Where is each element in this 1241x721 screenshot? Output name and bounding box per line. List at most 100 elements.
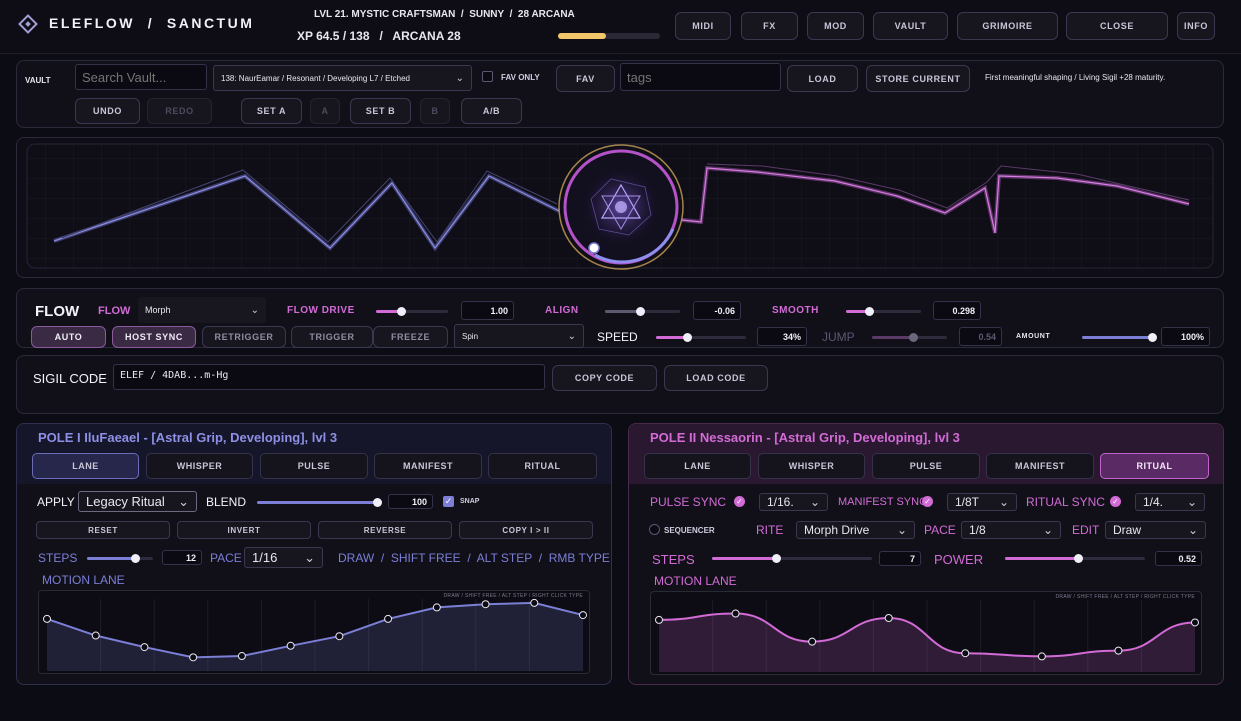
copy-code-button[interactable]: COPY CODE [552,365,657,391]
fav-only-checkbox[interactable] [482,71,493,82]
pace-select[interactable]: 1/16 ⌄ [244,547,323,568]
host-sync-button[interactable]: HOST SYNC [112,326,196,348]
lane-one-point [481,600,490,609]
pole-two-tab-whisper[interactable]: WHISPER [758,453,865,479]
steps-two-value[interactable]: 7 [879,551,921,566]
lane-two-point [1037,652,1046,661]
set-b-button[interactable]: SET B [350,98,411,124]
smooth-slider[interactable] [846,307,921,316]
pulse-sync-checkbox[interactable]: ✓ [734,496,745,507]
load-code-button[interactable]: LOAD CODE [664,365,768,391]
manifest-sync-checkbox[interactable]: ✓ [922,496,933,507]
pole-one-tab-manifest[interactable]: MANIFEST [374,453,482,479]
copy-to-pole-two-button[interactable]: COPY I > II [459,521,593,539]
snap-label: SNAP [460,498,480,505]
steps-two-label: STEPS [652,552,695,567]
tags-input[interactable] [620,63,781,91]
chevron-down-icon: ⌄ [998,495,1009,509]
store-current-button[interactable]: STORE CURRENT [866,65,970,92]
motion-lane-two-editor[interactable]: DRAW / SHIFT FREE / ALT STEP / RIGHT CLI… [650,591,1202,675]
sequencer-checkbox[interactable] [649,524,660,535]
trigger-button[interactable]: TRIGGER [291,326,373,348]
flow-mode-value: Morph [145,305,171,315]
steps-slider[interactable] [87,554,153,563]
redo-button[interactable]: REDO [147,98,212,124]
ab-button[interactable]: A/B [461,98,522,124]
pole-two-tab-ritual[interactable]: RITUAL [1100,453,1209,479]
sigil-code-field[interactable]: ELEF / 4DAB...m-Hg [113,364,545,390]
set-a-button[interactable]: SET A [241,98,302,124]
amount-label: AMOUNT [1016,333,1051,340]
a-button[interactable]: A [310,98,340,124]
manifest-sync-select[interactable]: 1/8T ⌄ [947,493,1017,511]
lane-one-point [140,643,149,652]
load-button[interactable]: LOAD [787,65,858,92]
waveform-visualizer[interactable] [17,138,1225,279]
pole-one-tab-lane[interactable]: LANE [32,453,139,479]
amount-slider[interactable] [1082,333,1157,342]
jump-value[interactable]: 0.54 [959,327,1002,346]
flow-mode-select[interactable]: Morph ⌄ [138,297,266,323]
lane-one-point [432,603,441,612]
info-button[interactable]: INFO [1177,12,1215,40]
midi-button[interactable]: MIDI [675,12,731,40]
ritual-sync-checkbox[interactable]: ✓ [1110,496,1121,507]
pole-one-tab-ritual[interactable]: RITUAL [488,453,597,479]
auto-button[interactable]: AUTO [31,326,106,348]
jump-slider[interactable] [872,333,947,342]
speed-value[interactable]: 34% [757,327,807,346]
invert-button[interactable]: INVERT [177,521,311,539]
chevron-down-icon: ⌄ [178,493,189,509]
blend-value[interactable]: 100 [388,494,433,509]
freeze-button[interactable]: FREEZE [373,326,448,348]
edit-select[interactable]: Draw ⌄ [1105,521,1206,539]
vault-panel: VAULT 138: NaurEamar / Resonant / Develo… [16,60,1224,128]
blend-slider[interactable] [257,498,382,507]
pole-two-tab-pulse[interactable]: PULSE [872,453,980,479]
pole-two-tab-manifest[interactable]: MANIFEST [986,453,1094,479]
vault-search-input[interactable] [75,64,207,90]
steps-two-slider[interactable] [712,554,872,563]
retrigger-button[interactable]: RETRIGGER [202,326,286,348]
reset-button[interactable]: RESET [36,521,170,539]
align-slider[interactable] [605,307,680,316]
chevron-down-icon: ⌄ [250,304,259,316]
pace-two-select[interactable]: 1/8 ⌄ [961,521,1061,539]
undo-button[interactable]: UNDO [75,98,140,124]
fx-button[interactable]: FX [741,12,798,40]
pulse-sync-value: 1/16. [767,495,794,509]
chevron-down-icon: ⌄ [1186,495,1197,509]
fav-button[interactable]: FAV [556,65,615,92]
rite-select[interactable]: Morph Drive ⌄ [796,521,915,539]
ritual-sync-select[interactable]: 1/4. ⌄ [1135,493,1205,511]
lane-one-point [189,653,198,662]
pulse-sync-select[interactable]: 1/16. ⌄ [759,493,828,511]
pole-one-tab-whisper[interactable]: WHISPER [146,453,253,479]
apply-select[interactable]: Legacy Ritual ⌄ [78,491,197,512]
grimoire-button[interactable]: GRIMOIRE [957,12,1058,40]
smooth-value[interactable]: 0.298 [933,301,981,320]
vault-button[interactable]: VAULT [873,12,948,40]
reverse-button[interactable]: REVERSE [318,521,452,539]
pole-two-tab-lane[interactable]: LANE [644,453,751,479]
close-button[interactable]: CLOSE [1066,12,1168,40]
power-value[interactable]: 0.52 [1155,551,1202,566]
mod-button[interactable]: MOD [807,12,864,40]
amount-value[interactable]: 100% [1161,327,1210,346]
b-button[interactable]: B [420,98,450,124]
speed-slider[interactable] [656,333,746,342]
flow-drive-slider[interactable] [376,307,448,316]
pole-one-tab-pulse[interactable]: PULSE [260,453,368,479]
preset-select[interactable]: 138: NaurEamar / Resonant / Developing L… [213,65,472,91]
lane-one-point [335,632,344,641]
motion-lane-two-label: MOTION LANE [654,574,737,588]
align-value[interactable]: -0.06 [693,301,741,320]
flow-drive-value[interactable]: 1.00 [461,301,514,320]
snap-checkbox[interactable]: ✓ [443,496,454,507]
chevron-down-icon: ⌄ [1042,523,1053,537]
power-slider[interactable] [1005,554,1145,563]
steps-value[interactable]: 12 [162,550,202,565]
motion-lane-editor[interactable]: DRAW / SHIFT FREE / ALT STEP / RIGHT CLI… [38,590,590,674]
lane-two-point [731,609,740,618]
spin-mode-select[interactable]: Spin ⌄ [454,324,584,348]
